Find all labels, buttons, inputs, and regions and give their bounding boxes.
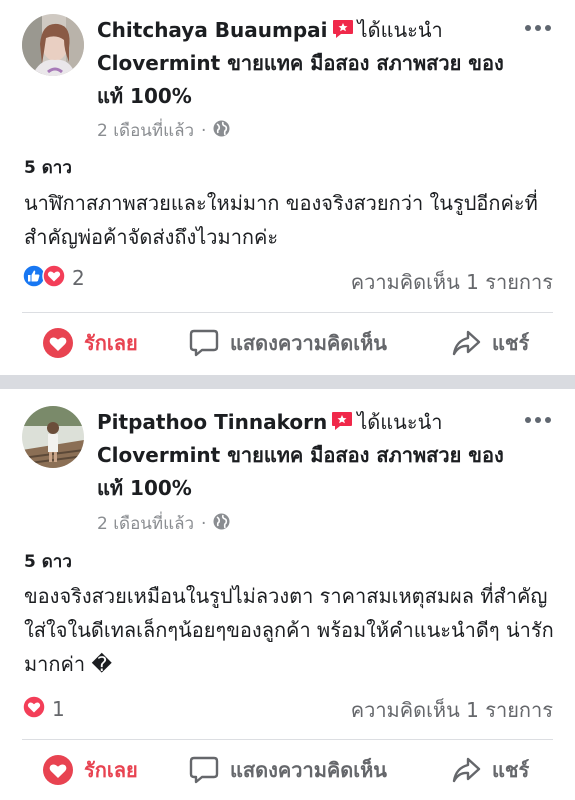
review-post: Pitpathoo Tinnakorn ได้แนะนำ Clovermint ข… <box>0 389 575 800</box>
post-header: Chitchaya Buaumpai ได้แนะนำ Clovermint ขา… <box>97 14 517 113</box>
comment-label: แสดงความคิดเห็น <box>230 331 387 355</box>
recommend-badge-icon <box>332 16 354 38</box>
recommend-verb: ได้แนะนำ <box>357 410 443 434</box>
more-icon[interactable] <box>523 18 553 38</box>
heart-outline-icon <box>42 327 74 359</box>
reactions-summary[interactable]: 1 <box>22 695 65 723</box>
love-button[interactable]: รักเลย <box>42 754 138 786</box>
author-name[interactable]: Pitpathoo Tinnakorn <box>97 410 327 434</box>
avatar[interactable] <box>22 14 84 76</box>
rating-label: 5 ดาว <box>24 552 72 572</box>
comment-label: แสดงความคิดเห็น <box>230 758 387 782</box>
action-bar: รักเลย แสดงความคิดเห็น แชร์ <box>22 739 553 799</box>
post-meta: 2 เดือนที่แล้ว · <box>97 510 230 537</box>
love-label: รักเลย <box>84 331 138 355</box>
comment-count-link[interactable]: ความคิดเห็น 1 รายการ <box>351 266 553 298</box>
comment-count-link[interactable]: ความคิดเห็น 1 รายการ <box>351 694 553 726</box>
page-name[interactable]: Clovermint ขายแทค มือสอง สภาพสวย ของแท้ … <box>97 51 504 108</box>
love-button[interactable]: รักเลย <box>42 327 138 359</box>
meta-separator: · <box>201 120 207 141</box>
share-icon <box>450 327 482 359</box>
share-icon <box>450 754 482 786</box>
post-meta: 2 เดือนที่แล้ว · <box>97 117 230 144</box>
author-name[interactable]: Chitchaya Buaumpai <box>97 18 328 42</box>
rating-label: 5 ดาว <box>24 158 72 178</box>
more-icon[interactable] <box>523 410 553 430</box>
recommend-verb: ได้แนะนำ <box>357 18 443 42</box>
comment-button[interactable]: แสดงความคิดเห็น <box>188 327 387 359</box>
page-name[interactable]: Clovermint ขายแทค มือสอง สภาพสวย ของแท้ … <box>97 443 504 500</box>
comment-icon <box>188 754 220 786</box>
post-time[interactable]: 2 เดือนที่แล้ว <box>97 117 194 144</box>
love-reaction-icon <box>22 695 46 723</box>
recommend-badge-icon <box>331 408 353 430</box>
comment-button[interactable]: แสดงความคิดเห็น <box>188 754 387 786</box>
share-label: แชร์ <box>492 758 530 782</box>
action-bar: รักเลย แสดงความคิดเห็น แชร์ <box>22 312 553 372</box>
heart-outline-icon <box>42 754 74 786</box>
globe-icon <box>213 513 230 535</box>
reaction-count: 2 <box>72 266 85 290</box>
love-reaction-icon <box>42 264 66 292</box>
post-separator <box>0 375 575 389</box>
review-text: นาฬิกาสภาพสวยและใหม่มาก ของจริงสวยกว่า ใ… <box>24 191 538 249</box>
meta-separator: · <box>201 513 207 534</box>
love-label: รักเลย <box>84 758 138 782</box>
post-time[interactable]: 2 เดือนที่แล้ว <box>97 510 194 537</box>
reaction-count: 1 <box>52 697 65 721</box>
review-text: ของจริงสวยเหมือนในรูปไม่ลวงตา ราคาสมเหตุ… <box>24 584 554 676</box>
globe-icon <box>213 120 230 142</box>
comment-icon <box>188 327 220 359</box>
share-label: แชร์ <box>492 331 530 355</box>
review-post: Chitchaya Buaumpai ได้แนะนำ Clovermint ขา… <box>0 0 575 375</box>
share-button[interactable]: แชร์ <box>450 327 529 359</box>
share-button[interactable]: แชร์ <box>450 754 529 786</box>
post-header: Pitpathoo Tinnakorn ได้แนะนำ Clovermint ข… <box>97 406 517 505</box>
reactions-summary[interactable]: 2 <box>22 264 85 292</box>
avatar[interactable] <box>22 406 84 468</box>
